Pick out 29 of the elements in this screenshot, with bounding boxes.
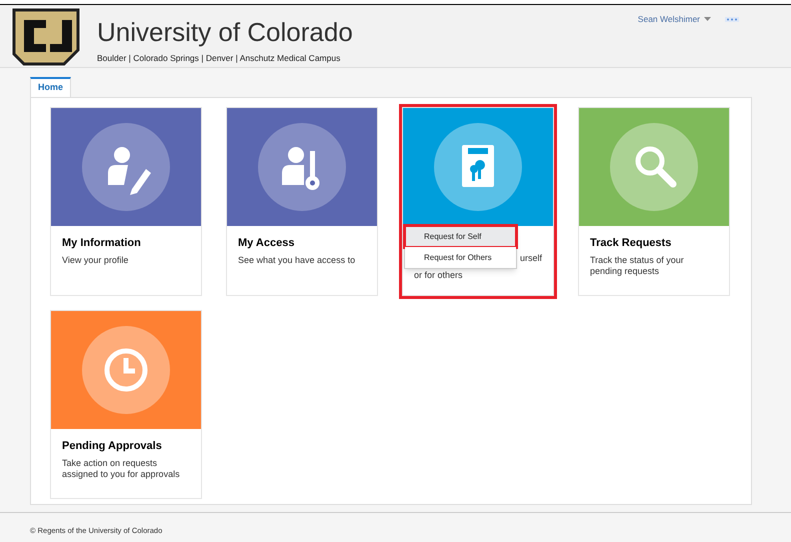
menu-item[interactable]: Request for Others — [405, 247, 516, 268]
caret-icon — [704, 17, 711, 22]
menu-item[interactable]: Request for Self — [405, 226, 516, 247]
tile-description: Track the status of your pending requests — [590, 254, 685, 276]
tile-card[interactable]: Request for Self Request for Others urself or for others — [402, 107, 554, 296]
tile-description: urself — [520, 253, 542, 264]
person-key-icon — [258, 123, 346, 211]
user-menu[interactable]: Sean Welshimer — [638, 13, 711, 26]
tile-description: View your profile — [62, 254, 130, 266]
tile-card[interactable]: My Access See what you have access to — [226, 107, 378, 296]
clock-icon — [82, 326, 170, 414]
tile-card[interactable]: My Information View your profile — [50, 107, 202, 296]
campus-list: Boulder | Colorado Springs | Denver | Anschutz Medical Campus — [97, 52, 353, 65]
magnifier-icon — [610, 123, 698, 211]
tile-description: See what you have access to — [238, 254, 356, 266]
tile-title: My Access — [238, 236, 296, 251]
more-icon[interactable] — [725, 16, 739, 22]
tab[interactable]: Home — [30, 77, 72, 97]
tile-card[interactable]: Pending Approvals Take action on requests assigned to you for approvals — [50, 310, 202, 499]
logo-icon — [10, 6, 82, 66]
site-title: University of Colorado — [97, 18, 353, 46]
tile-description: Take action on requests assigned to you for approvals — [62, 458, 181, 480]
tile-title: Track Requests — [590, 236, 672, 251]
tile-description: or for others — [414, 270, 463, 281]
tile-title: My Information — [62, 236, 142, 251]
person-pencil-icon — [82, 123, 170, 211]
clipboard-keys-icon — [434, 123, 522, 211]
tile-title: Pending Approvals — [62, 439, 163, 454]
tile-card[interactable]: Track Requests Track the status of your pending requests — [578, 107, 730, 296]
